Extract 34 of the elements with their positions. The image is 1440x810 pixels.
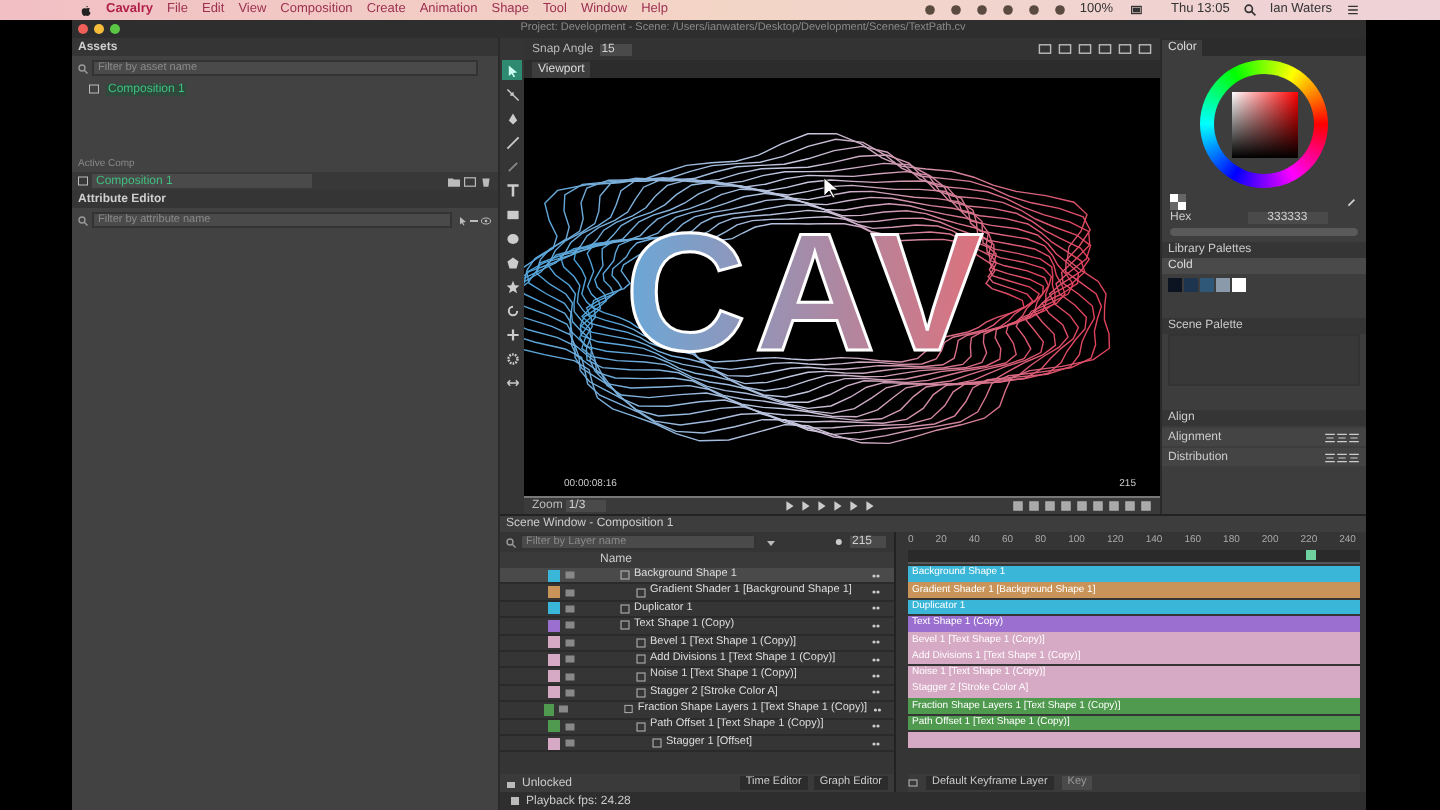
layer-bar[interactable] (908, 731, 1360, 748)
search-icon[interactable] (1243, 4, 1256, 16)
canvas-text: CAV (624, 198, 992, 386)
eyedropper-icon[interactable] (1346, 195, 1358, 207)
composition-icon[interactable] (88, 84, 100, 94)
cursor-icon[interactable] (458, 215, 468, 225)
layers-icon[interactable] (908, 778, 918, 788)
close-button[interactable] (78, 24, 88, 34)
maximize-button[interactable] (110, 24, 120, 34)
square-icon[interactable] (1028, 500, 1040, 512)
checker-icon[interactable] (1170, 193, 1186, 209)
caret-icon[interactable] (766, 537, 776, 547)
window-icon[interactable] (464, 175, 476, 187)
square-icon[interactable] (1108, 500, 1120, 512)
square-icon[interactable] (1124, 500, 1136, 512)
color-swatch[interactable] (1216, 278, 1230, 292)
search-icon[interactable] (506, 537, 516, 547)
playhead[interactable] (1306, 550, 1317, 560)
composition-icon[interactable] (78, 176, 88, 186)
cursor-icon (823, 177, 839, 199)
square-icon[interactable] (1076, 500, 1088, 512)
apple-logo-icon[interactable] (80, 3, 92, 17)
minimize-button[interactable] (94, 24, 104, 34)
battery-icon[interactable] (1127, 4, 1146, 16)
color-swatch[interactable] (1232, 278, 1246, 292)
color-swatch[interactable] (1200, 278, 1214, 292)
color-swatch[interactable] (1168, 278, 1182, 292)
key-icon[interactable] (834, 536, 846, 548)
color-square[interactable] (1231, 91, 1297, 157)
link-icon[interactable] (468, 215, 480, 225)
color-swatch[interactable] (1184, 278, 1198, 292)
square-icon[interactable] (1060, 500, 1072, 512)
eye-icon[interactable] (480, 215, 492, 225)
menu-icon[interactable] (1346, 4, 1360, 16)
